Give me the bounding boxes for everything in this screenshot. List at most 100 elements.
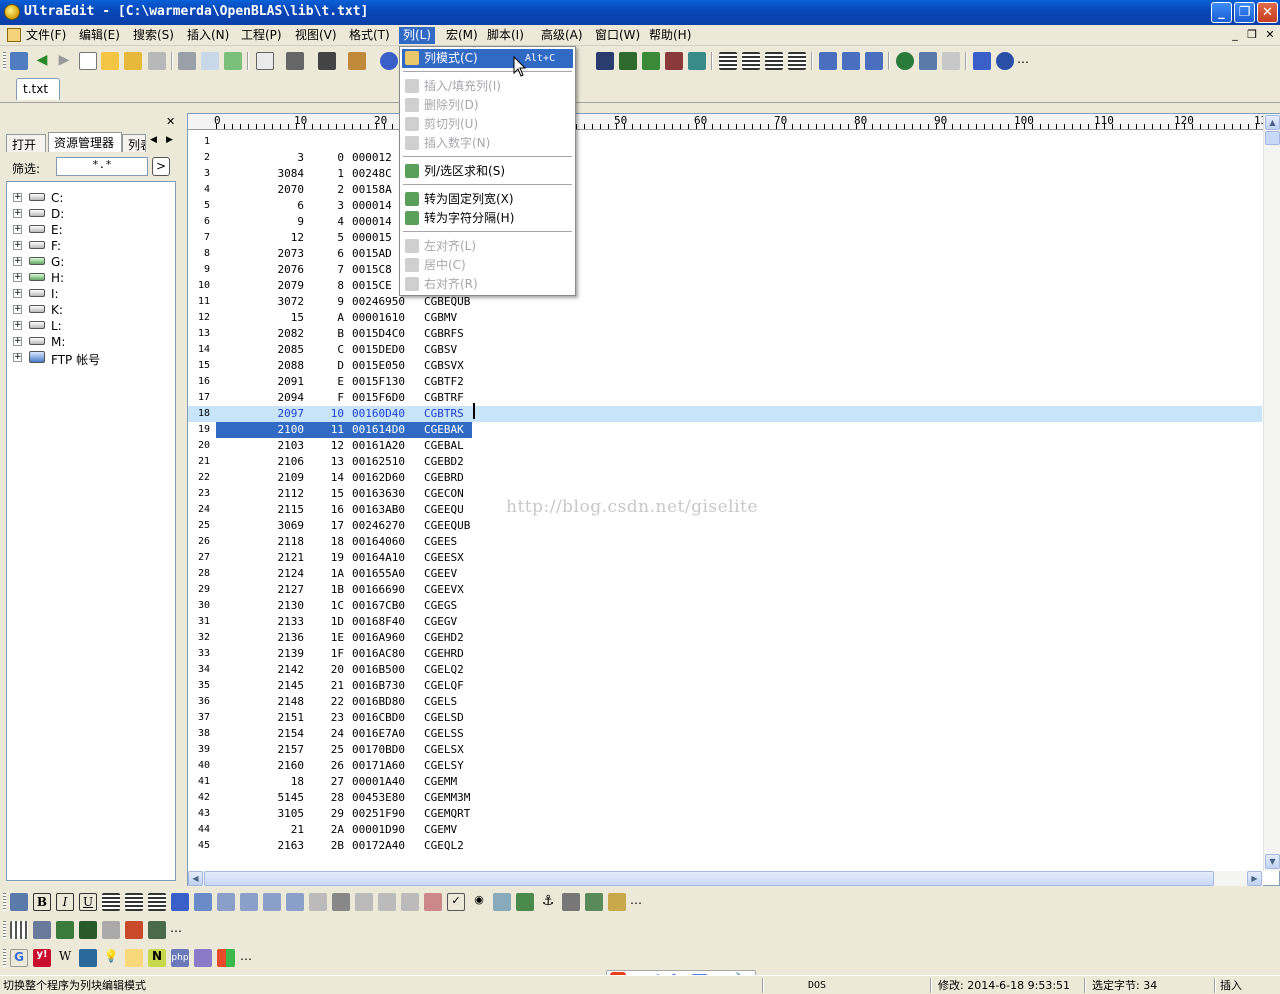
ultraedit-app-icon[interactable] — [4, 4, 20, 20]
font-icon[interactable] — [171, 893, 189, 911]
mdi-minimize-button[interactable]: _ — [1228, 28, 1242, 42]
code-line[interactable]: 42 5145 28 00453E80 CGEMM3M — [188, 790, 1262, 806]
code-line[interactable]: 33 2139 1F 0016AC80 CGEHRD — [188, 646, 1262, 662]
html-toolbar-icon[interactable] — [10, 893, 28, 911]
code-line[interactable]: 25 3069 17 00246270 CGEEQUB — [188, 518, 1262, 534]
vertical-scroll-thumb[interactable] — [1265, 131, 1280, 145]
expand-icon[interactable]: + — [13, 257, 22, 266]
code-line[interactable]: 22 2109 14 00162D60 CGEBRD — [188, 470, 1262, 486]
word-wrap-icon[interactable] — [256, 52, 274, 70]
code-line[interactable]: 9 2076 7 0015C8 — [188, 262, 1262, 278]
expand-icon[interactable]: + — [13, 225, 22, 234]
context-help-icon[interactable] — [996, 52, 1014, 70]
code-line[interactable]: 12 15 A 00001610 CGBMV — [188, 310, 1262, 326]
link-icon[interactable] — [562, 893, 580, 911]
open-project-icon[interactable] — [10, 52, 28, 70]
counter-icon[interactable] — [102, 921, 120, 939]
bullet-list-icon[interactable] — [125, 893, 143, 911]
toolbar-overflow-icon[interactable]: … — [170, 921, 182, 935]
table-icon[interactable] — [585, 893, 603, 911]
print-icon[interactable] — [178, 52, 196, 70]
image-icon[interactable] — [516, 893, 534, 911]
code-line[interactable]: 14 2085 C 0015DED0 CGBSV — [188, 342, 1262, 358]
find-in-files-icon[interactable] — [619, 52, 637, 70]
menu-view[interactable]: 视图(V) — [291, 27, 341, 44]
numbered-list-icon[interactable] — [148, 893, 166, 911]
scroll-right-icon[interactable]: ▶ — [1247, 871, 1262, 886]
code-line[interactable]: 39 2157 25 00170BD0 CGELSX — [188, 742, 1262, 758]
menu-item-column-mode[interactable]: 列模式(C) Alt+C — [402, 49, 573, 68]
format-lines-icon[interactable] — [286, 52, 304, 70]
ftp-icon[interactable] — [919, 52, 937, 70]
code-line[interactable]: 36 2148 22 0016BD80 CGELS — [188, 694, 1262, 710]
code-line[interactable]: 30 2130 1C 00167CB0 CGEGS — [188, 598, 1262, 614]
document-menu-icon[interactable] — [7, 28, 21, 42]
horizontal-scroll-thumb[interactable] — [204, 871, 1214, 886]
menu-advanced[interactable]: 高级(A) — [537, 27, 587, 44]
menu-macro[interactable]: 宏(M) — [442, 27, 482, 44]
code-line[interactable]: 4 2070 2 00158A — [188, 182, 1262, 198]
new-file-icon[interactable] — [79, 52, 97, 70]
code-line[interactable]: 21 2106 13 00162510 CGEBD2 — [188, 454, 1262, 470]
code-line[interactable]: 29 2127 1B 00166690 CGEEVX — [188, 582, 1262, 598]
notes-icon[interactable] — [125, 949, 143, 967]
paragraph-icon[interactable] — [102, 893, 120, 911]
tab-t-txt[interactable]: t.txt — [16, 78, 60, 100]
toolbar-grip[interactable] — [3, 52, 6, 70]
filter-apply-button[interactable]: > — [152, 157, 170, 176]
menu-project[interactable]: 工程(P) — [237, 27, 286, 44]
toolbar-overflow-icon[interactable]: … — [240, 949, 252, 963]
frame-icon[interactable] — [608, 893, 626, 911]
column-mode-toolbar-icon[interactable] — [348, 52, 366, 70]
toolbar-overflow-icon[interactable]: … — [1017, 52, 1029, 66]
hex-mode-icon[interactable] — [318, 52, 336, 70]
code-line[interactable]: 28 2124 1A 001655A0 CGEEV — [188, 566, 1262, 582]
code-line[interactable]: 34 2142 20 0016B500 CGELQ2 — [188, 662, 1262, 678]
horizontal-scrollbar[interactable]: ◀ ▶ — [188, 871, 1263, 886]
globe-icon[interactable] — [896, 52, 914, 70]
align-center-toolbar-icon[interactable] — [742, 52, 760, 70]
align-right-toolbar-icon[interactable] — [765, 52, 783, 70]
italic-icon[interactable]: I — [56, 893, 74, 911]
menu-item-fixed-width[interactable]: 转为固定列宽(X) — [402, 190, 573, 209]
textarea-icon[interactable] — [378, 893, 396, 911]
close-button[interactable]: ✕ — [1257, 2, 1278, 23]
panel-close-icon[interactable]: ✕ — [166, 115, 175, 128]
code-line[interactable]: 16 2091 E 0015F130 CGBTF2 — [188, 374, 1262, 390]
scroll-down-icon[interactable]: ▼ — [1265, 854, 1280, 869]
code-line[interactable]: 1 — [188, 134, 1262, 150]
expand-icon[interactable]: + — [13, 273, 22, 282]
code-line[interactable]: 5 6 3 000014 — [188, 198, 1262, 214]
toolbar-grip[interactable] — [3, 893, 6, 911]
mdi-close-button[interactable]: ✕ — [1263, 28, 1277, 42]
menu-window[interactable]: 窗口(W) — [591, 27, 644, 44]
code-line[interactable]: 19 2100 11 001614D0 CGEBAK — [188, 422, 1262, 438]
replace-icon[interactable] — [642, 52, 660, 70]
code-line[interactable]: 38 2154 24 0016E7A0 CGELSS — [188, 726, 1262, 742]
form-icon[interactable] — [309, 893, 327, 911]
windows-icon[interactable] — [217, 949, 235, 967]
copy-icon[interactable] — [33, 921, 51, 939]
textbox-icon[interactable] — [355, 893, 373, 911]
expand-icon[interactable]: + — [13, 321, 22, 330]
code-line[interactable]: 3 3084 1 00248C — [188, 166, 1262, 182]
minimize-button[interactable]: _ — [1211, 2, 1232, 23]
n-icon[interactable]: N — [148, 949, 166, 967]
underline-icon[interactable]: U — [79, 893, 97, 911]
lint-icon[interactable] — [125, 921, 143, 939]
forward-arrow-icon[interactable]: ▶ — [55, 52, 73, 70]
help-icon[interactable] — [973, 52, 991, 70]
spell-check-icon[interactable] — [224, 52, 242, 70]
menu-item-sum[interactable]: 列/选区求和(S) — [402, 162, 573, 181]
restore-button[interactable]: ❐ — [1234, 2, 1255, 23]
radio-icon[interactable]: ◉ — [470, 893, 488, 911]
vertical-scrollbar[interactable]: ▲ ▼ — [1263, 114, 1280, 871]
code-line[interactable]: 13 2082 B 0015D4C0 CGBRFS — [188, 326, 1262, 342]
google-icon[interactable]: G — [10, 949, 28, 967]
menu-file[interactable]: 文件(F) — [22, 27, 70, 44]
expand-icon[interactable]: + — [13, 209, 22, 218]
menu-script[interactable]: 脚本(I) — [483, 27, 528, 44]
tab-scroll-left-icon[interactable]: ◀ — [150, 135, 157, 145]
code-line[interactable]: 45 2163 2B 00172A40 CGEQL2 — [188, 838, 1262, 854]
code-line[interactable]: 26 2118 18 00164060 CGEES — [188, 534, 1262, 550]
